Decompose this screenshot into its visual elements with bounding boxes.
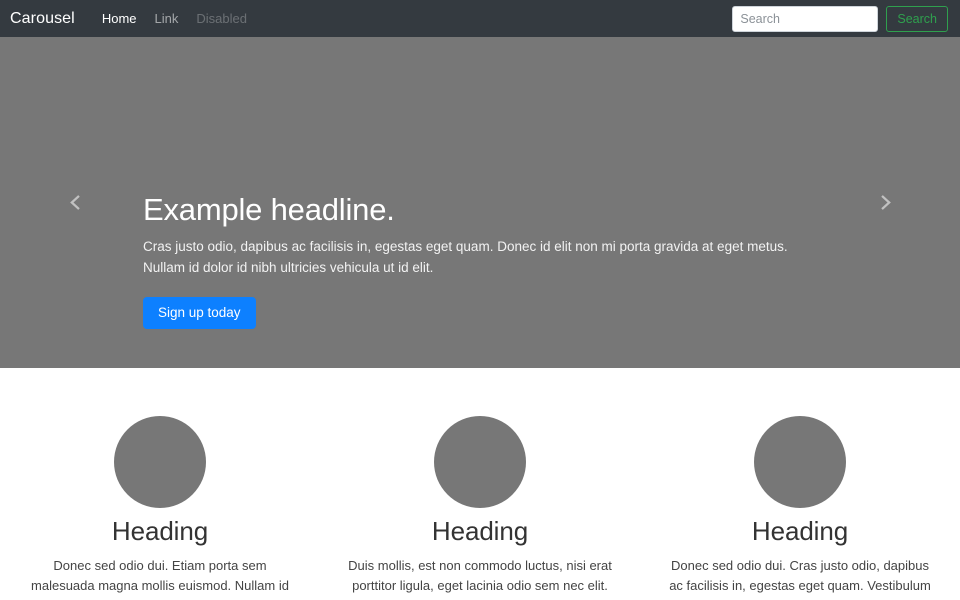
chevron-left-icon [67,194,84,211]
feature-heading: Heading [111,516,209,546]
nav-link-disabled: Disabled [196,10,247,26]
carousel-caption: Example headline. Cras justo odio, dapib… [143,192,833,329]
carousel-indicator-2[interactable] [468,338,492,354]
sign-up-today-button[interactable]: Sign up today [143,297,256,329]
carousel-prev-button[interactable] [45,37,105,368]
feature-column: Heading Donec sed odio dui. Etiam porta … [0,416,320,600]
chevron-right-icon [877,194,894,211]
feature-heading: Heading [431,516,529,546]
navbar-nav: Home Link Disabled [93,10,256,28]
placeholder-circle-image [754,416,846,508]
feature-heading: Heading [751,516,849,546]
nav-item-disabled: Disabled [187,10,256,28]
nav-item-home: Home [93,10,146,28]
search-input[interactable] [732,5,879,32]
carousel-indicator-1[interactable] [437,338,461,354]
nav-link-link[interactable]: Link [146,11,188,26]
feature-columns: Heading Donec sed odio dui. Etiam porta … [0,368,960,600]
feature-text: Donec sed odio dui. Cras justo odio, dap… [669,558,931,600]
nav-item-link: Link [146,10,188,28]
feature-text: Donec sed odio dui. Etiam porta sem male… [31,558,289,600]
carousel-next-button[interactable] [855,37,915,368]
carousel-headline: Example headline. [143,192,395,227]
top-navbar: Carousel Home Link Disabled Search [0,0,960,37]
placeholder-circle-image [434,416,526,508]
feature-column: Heading Duis mollis, est non commodo luc… [320,416,640,600]
carousel-description: Cras justo odio, dapibus ac facilisis in… [143,238,788,275]
carousel: Example headline. Cras justo odio, dapib… [0,37,960,368]
placeholder-circle-image [114,416,206,508]
carousel-indicators [0,338,960,354]
nav-link-home[interactable]: Home [93,11,146,26]
carousel-indicator-3[interactable] [499,338,523,354]
navbar-search-form: Search [732,5,948,32]
navbar-brand[interactable]: Carousel [10,10,75,28]
search-button[interactable]: Search [886,5,948,32]
feature-column: Heading Donec sed odio dui. Cras justo o… [640,416,960,600]
feature-text: Duis mollis, est non commodo luctus, nis… [348,558,612,600]
